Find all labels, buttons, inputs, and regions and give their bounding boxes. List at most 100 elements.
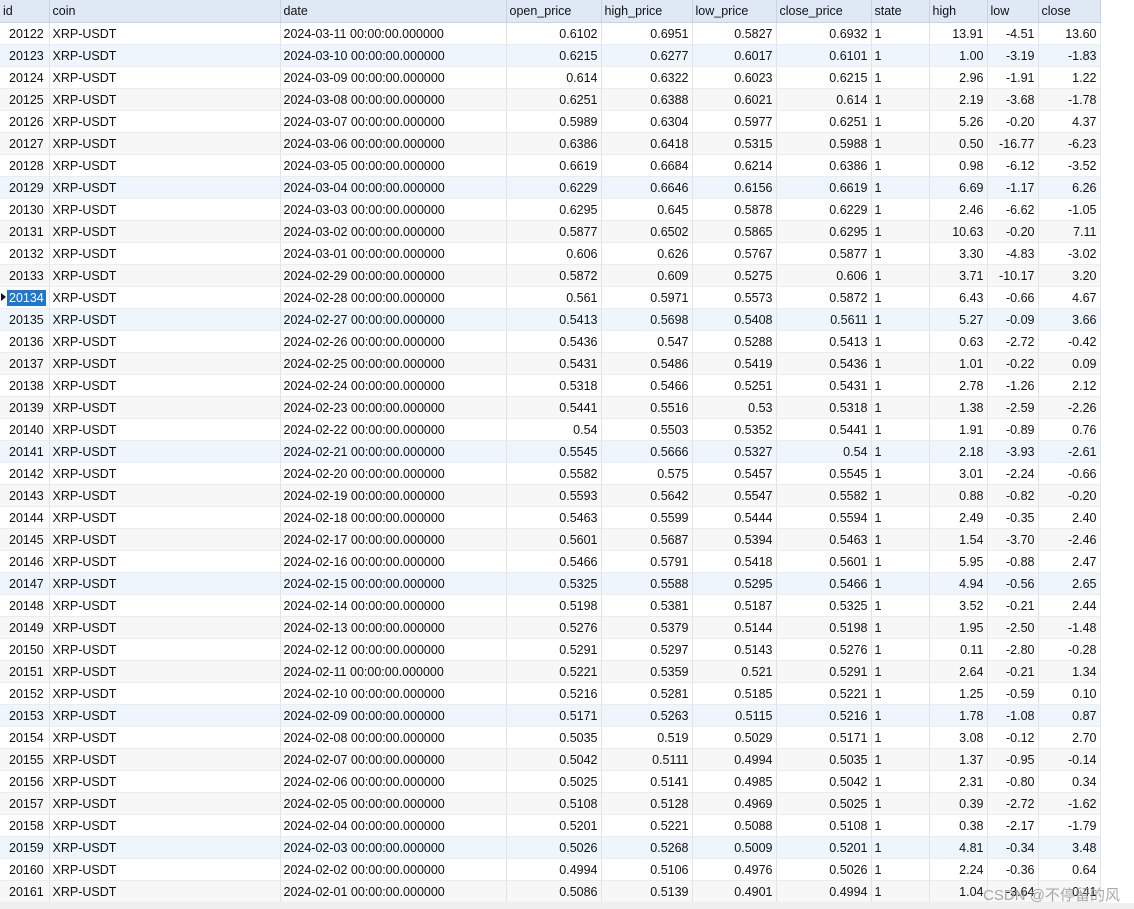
cell-low-price[interactable]: 0.4969: [692, 792, 777, 815]
cell-state[interactable]: 1: [871, 616, 930, 639]
cell-coin[interactable]: XRP-USDT: [49, 880, 281, 903]
table-row[interactable]: 20160 XRP-USDT 2024-02-02 00:00:00.000000 0…: [0, 858, 1101, 881]
cell-coin[interactable]: XRP-USDT: [49, 22, 281, 45]
cell-high[interactable]: 2.46: [929, 198, 988, 221]
table-row[interactable]: 20123 XRP-USDT 2024-03-10 00:00:00.000000 0…: [0, 44, 1101, 67]
cell-high[interactable]: 1.54: [929, 528, 988, 551]
cell-state[interactable]: 1: [871, 462, 930, 485]
cell-state[interactable]: 1: [871, 264, 930, 287]
cell-high[interactable]: 1.78: [929, 704, 988, 727]
cell-close[interactable]: 0.87: [1038, 704, 1101, 727]
cell-id[interactable]: 20142: [0, 462, 50, 485]
cell-high-price[interactable]: 0.645: [601, 198, 693, 221]
cell-low[interactable]: -0.88: [987, 550, 1039, 573]
cell-close[interactable]: 4.37: [1038, 110, 1101, 133]
cell-close-price[interactable]: 0.5431: [776, 374, 872, 397]
cell-close-price[interactable]: 0.6215: [776, 66, 872, 89]
column-header-low[interactable]: low: [987, 0, 1039, 23]
cell-id[interactable]: 20129: [0, 176, 50, 199]
cell-low-price[interactable]: 0.5394: [692, 528, 777, 551]
cell-high[interactable]: 4.94: [929, 572, 988, 595]
cell-high[interactable]: 10.63: [929, 220, 988, 243]
cell-close[interactable]: 0.64: [1038, 858, 1101, 881]
table-row[interactable]: 20134 XRP-USDT 2024-02-28 00:00:00.000000 0…: [0, 286, 1101, 309]
cell-close-price[interactable]: 0.5276: [776, 638, 872, 661]
cell-open-price[interactable]: 0.5201: [506, 814, 602, 837]
cell-high-price[interactable]: 0.547: [601, 330, 693, 353]
cell-coin[interactable]: XRP-USDT: [49, 660, 281, 683]
cell-state[interactable]: 1: [871, 836, 930, 859]
cell-close[interactable]: 2.40: [1038, 506, 1101, 529]
cell-low[interactable]: -1.08: [987, 704, 1039, 727]
cell-date[interactable]: 2024-02-29 00:00:00.000000: [280, 264, 507, 287]
cell-close[interactable]: 2.47: [1038, 550, 1101, 573]
cell-date[interactable]: 2024-02-10 00:00:00.000000: [280, 682, 507, 705]
cell-id[interactable]: 20148: [0, 594, 50, 617]
cell-date[interactable]: 2024-03-06 00:00:00.000000: [280, 132, 507, 155]
cell-high[interactable]: 1.04: [929, 880, 988, 903]
cell-date[interactable]: 2024-03-03 00:00:00.000000: [280, 198, 507, 221]
cell-close-price[interactable]: 0.6932: [776, 22, 872, 45]
cell-low-price[interactable]: 0.5009: [692, 836, 777, 859]
cell-high-price[interactable]: 0.5588: [601, 572, 693, 595]
cell-close[interactable]: -1.48: [1038, 616, 1101, 639]
table-row[interactable]: 20150 XRP-USDT 2024-02-12 00:00:00.000000 0…: [0, 638, 1101, 661]
cell-low[interactable]: -0.20: [987, 220, 1039, 243]
cell-date[interactable]: 2024-03-02 00:00:00.000000: [280, 220, 507, 243]
cell-open-price[interactable]: 0.5318: [506, 374, 602, 397]
cell-id[interactable]: 20133: [0, 264, 50, 287]
cell-high[interactable]: 3.30: [929, 242, 988, 265]
cell-high-price[interactable]: 0.6684: [601, 154, 693, 177]
cell-close-price[interactable]: 0.5545: [776, 462, 872, 485]
cell-low[interactable]: -0.59: [987, 682, 1039, 705]
table-row[interactable]: 20154 XRP-USDT 2024-02-08 00:00:00.000000 0…: [0, 726, 1101, 749]
cell-coin[interactable]: XRP-USDT: [49, 836, 281, 859]
cell-date[interactable]: 2024-03-11 00:00:00.000000: [280, 22, 507, 45]
cell-state[interactable]: 1: [871, 352, 930, 375]
cell-high[interactable]: 1.25: [929, 682, 988, 705]
cell-id[interactable]: 20147: [0, 572, 50, 595]
cell-high-price[interactable]: 0.5141: [601, 770, 693, 793]
cell-open-price[interactable]: 0.5877: [506, 220, 602, 243]
cell-close-price[interactable]: 0.5198: [776, 616, 872, 639]
cell-high[interactable]: 0.11: [929, 638, 988, 661]
table-row[interactable]: 20147 XRP-USDT 2024-02-15 00:00:00.000000 0…: [0, 572, 1101, 595]
cell-open-price[interactable]: 0.614: [506, 66, 602, 89]
cell-high-price[interactable]: 0.626: [601, 242, 693, 265]
cell-low-price[interactable]: 0.4901: [692, 880, 777, 903]
cell-low-price[interactable]: 0.5878: [692, 198, 777, 221]
cell-open-price[interactable]: 0.5276: [506, 616, 602, 639]
cell-close[interactable]: -3.02: [1038, 242, 1101, 265]
cell-open-price[interactable]: 0.5216: [506, 682, 602, 705]
cell-low[interactable]: -2.72: [987, 792, 1039, 815]
cell-low-price[interactable]: 0.5444: [692, 506, 777, 529]
cell-coin[interactable]: XRP-USDT: [49, 154, 281, 177]
cell-close[interactable]: -2.61: [1038, 440, 1101, 463]
cell-low-price[interactable]: 0.5573: [692, 286, 777, 309]
horizontal-scrollbar[interactable]: [0, 903, 1134, 909]
cell-state[interactable]: 1: [871, 110, 930, 133]
cell-coin[interactable]: XRP-USDT: [49, 616, 281, 639]
cell-state[interactable]: 1: [871, 572, 930, 595]
cell-high-price[interactable]: 0.5281: [601, 682, 693, 705]
cell-close-price[interactable]: 0.6386: [776, 154, 872, 177]
table-row[interactable]: 20125 XRP-USDT 2024-03-08 00:00:00.000000 0…: [0, 88, 1101, 111]
cell-high-price[interactable]: 0.6502: [601, 220, 693, 243]
cell-high-price[interactable]: 0.5139: [601, 880, 693, 903]
cell-high-price[interactable]: 0.5106: [601, 858, 693, 881]
cell-low-price[interactable]: 0.521: [692, 660, 777, 683]
cell-high[interactable]: 1.91: [929, 418, 988, 441]
cell-close-price[interactable]: 0.5221: [776, 682, 872, 705]
table-row[interactable]: 20129 XRP-USDT 2024-03-04 00:00:00.000000 0…: [0, 176, 1101, 199]
cell-high-price[interactable]: 0.5466: [601, 374, 693, 397]
cell-state[interactable]: 1: [871, 66, 930, 89]
cell-coin[interactable]: XRP-USDT: [49, 484, 281, 507]
cell-close-price[interactable]: 0.5601: [776, 550, 872, 573]
cell-close-price[interactable]: 0.6619: [776, 176, 872, 199]
cell-state[interactable]: 1: [871, 198, 930, 221]
cell-close[interactable]: -0.66: [1038, 462, 1101, 485]
cell-coin[interactable]: XRP-USDT: [49, 748, 281, 771]
cell-coin[interactable]: XRP-USDT: [49, 550, 281, 573]
cell-low-price[interactable]: 0.5418: [692, 550, 777, 573]
cell-id[interactable]: 20139: [0, 396, 50, 419]
